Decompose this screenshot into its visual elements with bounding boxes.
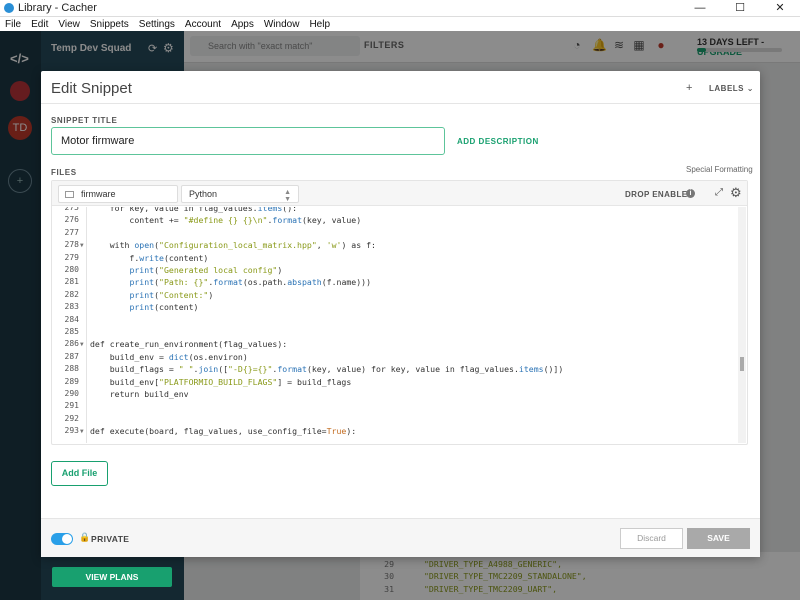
modal-footer: 🔒 PRIVATE Discard SAVE [41,518,760,557]
drop-enabled-label: DROP ENABLED [625,190,694,199]
line-number: 292 [64,413,79,423]
line-number: 282 [64,289,79,299]
code-line: build_env = dict(os.environ) [90,351,248,362]
line-number: 285 [64,327,79,336]
menu-bar: File Edit View Snippets Settings Account… [0,17,800,31]
code-line: print("Content:") [129,289,214,300]
editor-scrollbar[interactable] [738,207,746,443]
line-number: 275 [64,207,79,212]
add-description-link[interactable]: ADD DESCRIPTION [457,137,539,146]
code-line: return build_env [90,389,189,399]
lock-icon: 🔒 [79,532,91,542]
chevron-down-icon: ⌄ [746,84,754,93]
file-name-input[interactable]: firmware [58,185,178,203]
private-toggle[interactable] [51,533,73,545]
add-file-button[interactable]: Add File [51,461,108,486]
code-line: f.write(content) [90,252,209,263]
toggle-knob [62,534,72,544]
maximize-button[interactable]: ☐ [720,0,760,17]
line-number: 288 [64,364,79,374]
snippet-title-label: SNIPPET TITLE [51,116,118,125]
window-titlebar: Library - Cacher — ☐ ✕ [0,0,800,17]
private-label: PRIVATE [91,534,130,544]
menu-snippets[interactable]: Snippets [85,19,134,30]
line-number: 287 [64,351,79,361]
language-value: Python [189,189,218,199]
code-editor: firmware Python ▲ ▼ DROP ENABLED i ⤢ ⚙ 275… [51,180,748,445]
labels-label: LABELS [709,84,744,93]
code-line: def create_run_environment(flag_values): [90,339,288,350]
info-icon[interactable]: i [686,189,695,198]
fold-toggle-icon[interactable]: ▼ [80,341,84,348]
menu-file[interactable]: File [0,19,26,30]
menu-help[interactable]: Help [304,19,335,30]
editor-settings-gear-icon[interactable]: ⚙ [730,185,742,201]
code-line: build_flags = " ".join(["-D{}={}".format… [90,364,564,375]
window-title: Library - Cacher [18,2,97,14]
line-number: 286 [64,339,79,349]
file-name-value: firmware [81,189,116,199]
menu-edit[interactable]: Edit [26,19,53,30]
line-number: 278 [64,240,79,250]
code-line: def execute(board, flag_values, use_conf… [90,426,357,437]
line-number: 279 [64,252,79,262]
expand-icon[interactable]: ⤢ [715,187,723,198]
minimize-button[interactable]: — [680,0,720,17]
code-line: print("Generated local config") [129,265,283,275]
snippet-title-input[interactable] [51,127,445,155]
view-plans-button[interactable]: VIEW PLANS [52,567,172,587]
close-window-button[interactable]: ✕ [760,0,800,17]
special-formatting-link[interactable]: Special Formatting [686,165,753,174]
edit-snippet-modal: Edit Snippet + LABELS ⌄ SNIPPET TITLE AD… [41,71,760,557]
line-number: 280 [64,265,79,274]
line-number: 289 [64,376,79,386]
language-select[interactable]: Python ▲ ▼ [181,185,299,203]
fold-toggle-icon[interactable]: ▼ [80,242,84,249]
menu-account[interactable]: Account [180,19,226,30]
files-label: FILES [51,168,77,177]
line-number: 281 [64,277,79,287]
scrollbar-thumb[interactable] [740,357,744,371]
code-line: for key, value in flag_values.items(): [90,207,298,213]
line-number: 276 [64,215,79,225]
line-number: 293 [64,426,79,436]
line-number: 277 [64,227,79,237]
app-logo-icon [4,3,14,13]
modal-header: Edit Snippet + LABELS ⌄ [41,71,760,104]
line-number: 283 [64,302,79,312]
line-number: 290 [64,389,79,398]
menu-view[interactable]: View [53,19,85,30]
modal-title: Edit Snippet [51,80,132,97]
menu-settings[interactable]: Settings [134,19,180,30]
code-line: print("Path: {}".format(os.path.abspath(… [129,277,372,288]
add-label-icon[interactable]: + [686,82,692,94]
line-number: 284 [64,314,79,324]
discard-button[interactable]: Discard [620,528,683,549]
code-line: with open("Configuration_local_matrix.hp… [90,240,376,251]
select-caret-icon: ▲ ▼ [284,189,291,203]
code-area[interactable]: 275 for key, value in flag_values.items(… [52,207,738,443]
fold-toggle-icon[interactable]: ▼ [80,428,84,435]
line-number: 291 [64,401,79,411]
menu-apps[interactable]: Apps [226,19,259,30]
code-line: content += "#define {} {}\n".format(key,… [90,215,362,226]
save-button[interactable]: SAVE [687,528,750,549]
labels-dropdown[interactable]: LABELS ⌄ [709,84,754,93]
file-icon [65,191,74,198]
menu-window[interactable]: Window [259,19,305,30]
editor-toolbar: firmware Python ▲ ▼ DROP ENABLED i ⤢ ⚙ [52,181,747,206]
code-line: build_env["PLATFORMIO_BUILD_FLAGS"] = bu… [90,376,352,387]
code-line: print(content) [129,302,199,313]
